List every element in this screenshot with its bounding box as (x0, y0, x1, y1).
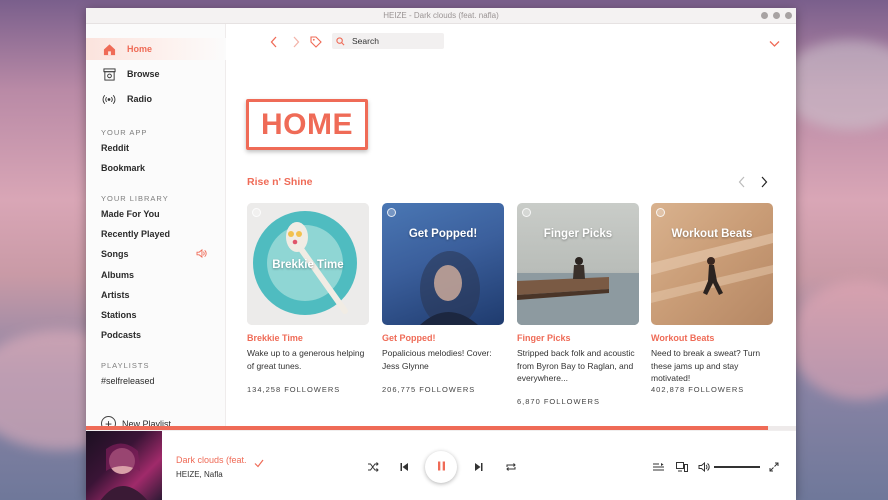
next-track-icon[interactable] (474, 459, 483, 477)
window-title: HEIZE - Dark clouds (feat. nafla) (383, 11, 499, 20)
browse-icon (102, 67, 116, 81)
playlist-title[interactable]: Brekkie Time (247, 333, 369, 343)
previous-track-icon[interactable] (400, 459, 409, 477)
chevron-down-icon[interactable] (769, 35, 780, 53)
sidebar-item-label: Browse (127, 69, 160, 79)
cover-caption: Get Popped! (408, 228, 478, 240)
playlist-cover[interactable]: Workout Beats (651, 203, 773, 325)
carousel-prev-icon[interactable] (738, 175, 746, 193)
volume-icon[interactable] (698, 459, 710, 477)
select-indicator[interactable] (656, 208, 665, 217)
sidebar-item-reddit[interactable]: Reddit (101, 143, 129, 153)
playlist-title[interactable]: Workout Beats (651, 333, 773, 343)
page-title: HOME (246, 99, 368, 150)
top-bar: Search (226, 24, 796, 58)
section-title: Rise n' Shine (247, 176, 313, 188)
home-icon (102, 42, 116, 56)
playlist-description: Popalicious melodies! Cover: Jess Glynne (382, 348, 492, 371)
playlist-followers: 402,878 FOLLOWERS (651, 385, 745, 394)
sidebar-item-stations[interactable]: Stations (101, 310, 137, 320)
playlist-description: Need to break a sweat? Turn these jams u… (651, 348, 761, 383)
forward-arrow-icon[interactable] (292, 35, 300, 53)
pause-icon (437, 458, 446, 476)
sidebar-item-recently-played[interactable]: Recently Played (101, 229, 170, 239)
sidebar-item-songs[interactable]: Songs (101, 248, 221, 260)
sidebar-item-bookmark[interactable]: Bookmark (101, 163, 145, 173)
fullscreen-icon[interactable] (769, 459, 779, 477)
repeat-icon[interactable] (505, 459, 517, 477)
back-arrow-icon[interactable] (270, 35, 278, 53)
playlist-card-workout-beats[interactable]: Workout Beats Workout Beats Need to brea… (651, 203, 773, 394)
check-icon[interactable] (254, 455, 264, 473)
sidebar-item-artists[interactable]: Artists (101, 290, 130, 300)
sidebar: Home Browse Radio YOUR APP Reddit Bookma… (86, 24, 226, 431)
select-indicator[interactable] (252, 208, 261, 217)
playlist-followers: 134,258 FOLLOWERS (247, 385, 341, 394)
main-content: HOME Rise n' Shine Brekkie Time Brekkie … (226, 58, 796, 426)
playlist-cover[interactable]: Finger Picks (517, 203, 639, 325)
radio-icon (102, 92, 116, 106)
sidebar-item-label: Songs (101, 249, 129, 259)
search-icon (336, 36, 345, 46)
minimize-button[interactable] (761, 12, 768, 19)
search-input[interactable]: Search (332, 33, 444, 49)
select-indicator[interactable] (522, 208, 531, 217)
sidebar-item-podcasts[interactable]: Podcasts (101, 330, 141, 340)
title-bar: HEIZE - Dark clouds (feat. nafla) (86, 8, 796, 24)
volume-slider[interactable] (714, 466, 760, 468)
now-playing-title[interactable]: Dark clouds (feat. (176, 455, 247, 465)
queue-icon[interactable] (653, 459, 664, 477)
cover-caption: Brekkie Time (272, 259, 344, 271)
sidebar-item-made-for-you[interactable]: Made For You (101, 209, 160, 219)
carousel-next-icon[interactable] (760, 175, 768, 193)
cover-caption: Finger Picks (543, 228, 613, 240)
sidebar-item-albums[interactable]: Albums (101, 270, 134, 280)
player-bar: Dark clouds (feat. HEIZE, Nafla (86, 430, 796, 500)
playlist-card-get-popped[interactable]: Get Popped! Get Popped! Popalicious melo… (382, 203, 504, 394)
close-button[interactable] (785, 12, 792, 19)
sidebar-item-radio[interactable]: Radio (86, 88, 226, 110)
sidebar-item-selfreleased[interactable]: #selfreleased (101, 376, 155, 386)
sidebar-item-home[interactable]: Home (86, 38, 226, 60)
sidebar-item-browse[interactable]: Browse (86, 63, 226, 85)
playlists-heading: PLAYLISTS (101, 361, 150, 370)
playlist-cover[interactable]: Get Popped! (382, 203, 504, 325)
playlist-description: Stripped back folk and acoustic from Byr… (517, 348, 635, 383)
pause-button[interactable] (425, 451, 457, 483)
speaker-icon (196, 248, 207, 260)
playlist-title[interactable]: Get Popped! (382, 333, 504, 343)
sidebar-item-label: Home (127, 44, 153, 54)
now-playing-artist[interactable]: HEIZE, Nafla (176, 470, 223, 479)
playlist-description: Wake up to a generous helping of great t… (247, 348, 365, 371)
search-placeholder: Search (352, 36, 379, 46)
your-library-heading: YOUR LIBRARY (101, 194, 169, 203)
app-window: HEIZE - Dark clouds (feat. nafla) Home B… (86, 8, 796, 500)
playlist-followers: 6,870 FOLLOWERS (517, 397, 600, 406)
devices-icon[interactable] (676, 459, 688, 477)
your-app-heading: YOUR APP (101, 128, 148, 137)
playlist-title[interactable]: Finger Picks (517, 333, 639, 343)
select-indicator[interactable] (387, 208, 396, 217)
maximize-button[interactable] (773, 12, 780, 19)
playlist-card-brekkie-time[interactable]: Brekkie Time Brekkie Time Wake up to a g… (247, 203, 369, 394)
playlist-cover[interactable]: Brekkie Time (247, 203, 369, 325)
playlist-followers: 206,775 FOLLOWERS (382, 385, 476, 394)
cover-caption: Workout Beats (671, 228, 753, 240)
tag-icon[interactable] (310, 35, 322, 53)
sidebar-item-label: Radio (127, 94, 153, 104)
playlist-card-finger-picks[interactable]: Finger Picks Finger Picks Stripped back … (517, 203, 639, 406)
shuffle-icon[interactable] (367, 459, 379, 477)
now-playing-cover[interactable] (86, 431, 162, 500)
